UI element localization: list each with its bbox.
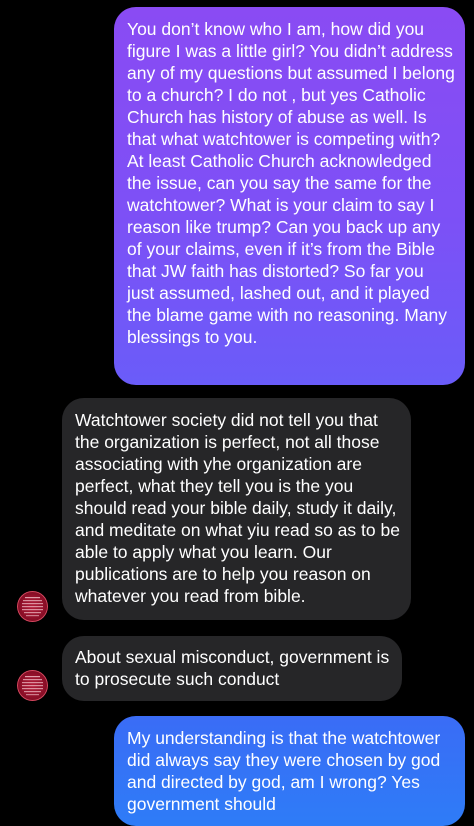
sent-message-bubble[interactable]: You don’t know who I am, how did you fig… xyxy=(114,7,465,385)
contact-avatar-icon[interactable] xyxy=(17,670,48,701)
message-text: My understanding is that the watchtower … xyxy=(127,728,441,814)
received-message-bubble[interactable]: Watchtower society did not tell you that… xyxy=(62,398,411,620)
message-text: About sexual misconduct, government is t… xyxy=(75,647,390,689)
profile-picture-icon xyxy=(17,670,48,701)
message-text: Watchtower society did not tell you that… xyxy=(75,410,400,606)
received-message-bubble[interactable]: About sexual misconduct, government is t… xyxy=(62,636,402,701)
sent-message-bubble[interactable]: My understanding is that the watchtower … xyxy=(114,716,465,826)
profile-picture-icon xyxy=(17,591,48,622)
contact-avatar-icon[interactable] xyxy=(17,591,48,622)
message-text: You don’t know who I am, how did you fig… xyxy=(127,19,455,347)
